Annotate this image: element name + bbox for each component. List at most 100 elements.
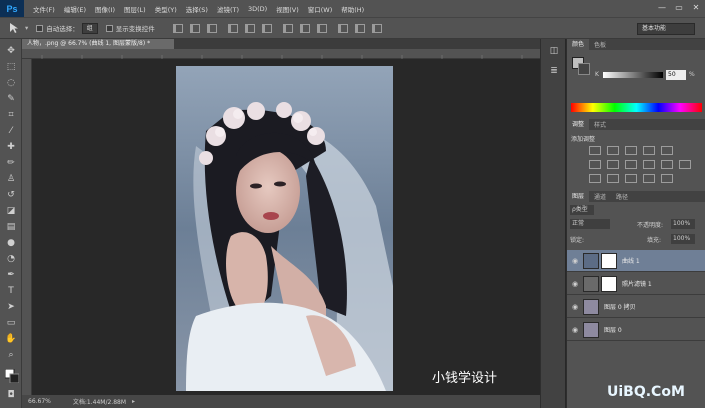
move-tool-preset[interactable]: ▾: [8, 22, 28, 34]
menu-help[interactable]: 帮助(H): [341, 4, 364, 14]
distribute-right-icon[interactable]: [371, 23, 382, 33]
menu-view[interactable]: 视图(V): [276, 4, 299, 14]
menu-3d[interactable]: 3D(D): [248, 5, 267, 13]
opacity-field[interactable]: 100%: [671, 219, 695, 229]
close-button[interactable]: ✕: [691, 3, 701, 13]
history-brush-tool-icon[interactable]: ↺: [5, 189, 17, 201]
gradient-tool-icon[interactable]: ▤: [5, 221, 17, 233]
visibility-eye-icon[interactable]: ◉: [569, 303, 581, 311]
tab-color[interactable]: 颜色: [567, 39, 590, 50]
layer-row-curves[interactable]: ◉ 曲线 1: [567, 250, 705, 272]
visibility-eye-icon[interactable]: ◉: [569, 326, 581, 334]
lasso-tool-icon[interactable]: ◌: [5, 77, 17, 89]
eyedropper-tool-icon[interactable]: ⁄: [5, 125, 17, 137]
distribute-bottom-icon[interactable]: [316, 23, 327, 33]
channel-mixer-adjust-icon[interactable]: [661, 160, 673, 169]
threshold-adjust-icon[interactable]: [625, 174, 637, 183]
color-spectrum-bar[interactable]: [571, 103, 702, 112]
selective-color-adjust-icon[interactable]: [661, 174, 673, 183]
tab-swatches[interactable]: 色板: [589, 40, 611, 49]
posterize-adjust-icon[interactable]: [607, 174, 619, 183]
blend-mode-dropdown[interactable]: 正常: [570, 219, 610, 229]
curves-adjust-icon[interactable]: [625, 146, 637, 155]
tab-adjustments[interactable]: 调整: [567, 119, 590, 130]
layer-filter-dropdown[interactable]: ρ类型: [570, 205, 594, 215]
align-right-icon[interactable]: [261, 23, 272, 33]
hue-saturation-adjust-icon[interactable]: [589, 160, 601, 169]
tab-channels[interactable]: 通道: [589, 192, 611, 201]
portrait-photo[interactable]: [176, 66, 393, 391]
type-tool-icon[interactable]: T: [5, 285, 17, 297]
gradient-map-adjust-icon[interactable]: [643, 174, 655, 183]
vertical-ruler[interactable]: [22, 59, 32, 395]
status-arrow-icon[interactable]: ▸: [132, 398, 135, 405]
blur-tool-icon[interactable]: ●: [5, 237, 17, 249]
horizontal-ruler[interactable]: [22, 49, 540, 59]
color-swatches-icon[interactable]: [4, 368, 20, 384]
history-panel-icon[interactable]: ◫: [548, 45, 560, 57]
color-balance-adjust-icon[interactable]: [607, 160, 619, 169]
tab-styles[interactable]: 样式: [589, 120, 611, 129]
zoom-tool-icon[interactable]: ⌕: [5, 349, 17, 361]
color-lookup-adjust-icon[interactable]: [679, 160, 691, 169]
black-white-adjust-icon[interactable]: [625, 160, 637, 169]
document-tab[interactable]: 人物，.png @ 66.7% (曲线 1, 图层蒙版/8) *: [22, 39, 174, 49]
menu-image[interactable]: 图像(I): [95, 4, 115, 14]
clone-stamp-tool-icon[interactable]: ♙: [5, 173, 17, 185]
pen-tool-icon[interactable]: ✒: [5, 269, 17, 281]
shape-tool-icon[interactable]: ▭: [5, 317, 17, 329]
layer-mask-thumbnail[interactable]: [601, 252, 617, 269]
layer-row-layer0-copy[interactable]: ◉ 图层 0 拷贝: [567, 296, 705, 318]
canvas-area[interactable]: 小钱学设计: [32, 59, 540, 395]
menu-filter[interactable]: 滤镜(T): [217, 4, 239, 14]
menu-window[interactable]: 窗口(W): [308, 4, 333, 14]
menu-file[interactable]: 文件(F): [33, 4, 55, 14]
layer-mask-thumbnail[interactable]: [601, 275, 617, 292]
k-value-field[interactable]: 50: [666, 70, 686, 80]
distribute-top-icon[interactable]: [282, 23, 293, 33]
invert-adjust-icon[interactable]: [589, 174, 601, 183]
levels-adjust-icon[interactable]: [607, 146, 619, 155]
properties-panel-icon[interactable]: ≣: [548, 65, 560, 77]
menu-type[interactable]: 类型(Y): [155, 4, 177, 14]
layer-row-layer0[interactable]: ◉ 图层 0: [567, 319, 705, 341]
auto-select-checkbox[interactable]: [36, 24, 44, 32]
minimize-button[interactable]: —: [657, 3, 667, 13]
move-tool-icon[interactable]: ✥: [5, 45, 17, 57]
visibility-eye-icon[interactable]: ◉: [569, 280, 581, 288]
dodge-tool-icon[interactable]: ◔: [5, 253, 17, 265]
distribute-center-icon[interactable]: [354, 23, 365, 33]
workspace-dropdown[interactable]: 基本功能: [637, 23, 695, 35]
show-transform-checkbox[interactable]: [105, 24, 113, 32]
distribute-middle-icon[interactable]: [299, 23, 310, 33]
visibility-eye-icon[interactable]: ◉: [569, 257, 581, 265]
zoom-level[interactable]: 66.67%: [28, 398, 51, 405]
align-top-icon[interactable]: [172, 23, 183, 33]
hand-tool-icon[interactable]: ✋: [5, 333, 17, 345]
eraser-tool-icon[interactable]: ◪: [5, 205, 17, 217]
align-left-icon[interactable]: [227, 23, 238, 33]
layer-row-photo-filter[interactable]: ◉ 照片滤镜 1: [567, 273, 705, 295]
vibrance-adjust-icon[interactable]: [661, 146, 673, 155]
auto-select-dropdown[interactable]: 组: [81, 22, 98, 34]
tab-layers[interactable]: 图层: [567, 191, 590, 202]
tab-paths[interactable]: 路径: [611, 192, 633, 201]
exposure-adjust-icon[interactable]: [643, 146, 655, 155]
path-select-tool-icon[interactable]: ➤: [5, 301, 17, 313]
healing-brush-tool-icon[interactable]: ✚: [5, 141, 17, 153]
crop-tool-icon[interactable]: ⌗: [5, 109, 17, 121]
fill-field[interactable]: 100%: [671, 234, 695, 244]
distribute-left-icon[interactable]: [337, 23, 348, 33]
k-slider[interactable]: [603, 72, 663, 78]
restore-button[interactable]: ▭: [674, 3, 684, 13]
menu-edit[interactable]: 编辑(E): [64, 4, 86, 14]
brush-tool-icon[interactable]: ✏: [5, 157, 17, 169]
show-transform-option[interactable]: 显示变换控件: [105, 23, 155, 33]
quick-select-tool-icon[interactable]: ✎: [5, 93, 17, 105]
marquee-tool-icon[interactable]: ⬚: [5, 61, 17, 73]
menu-layer[interactable]: 图层(L): [124, 4, 146, 14]
align-middle-icon[interactable]: [189, 23, 200, 33]
menu-select[interactable]: 选择(S): [186, 4, 208, 14]
photo-filter-adjust-icon[interactable]: [643, 160, 655, 169]
brightness-adjust-icon[interactable]: [589, 146, 601, 155]
